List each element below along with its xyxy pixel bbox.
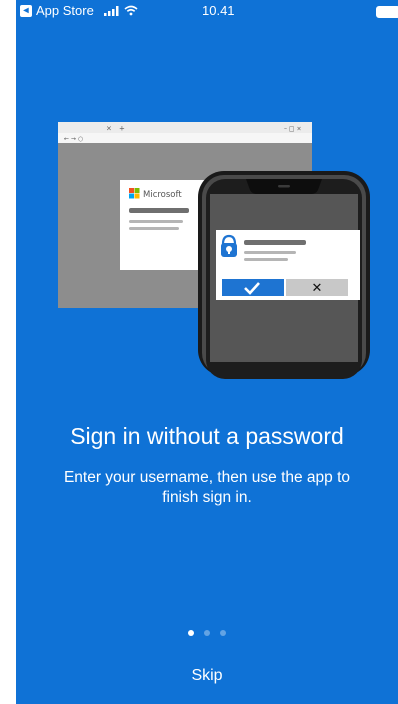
onboarding-title: Sign in without a password — [70, 423, 344, 449]
phone-illustration: ✕ — [198, 171, 370, 379]
browser-nav-glyphs: ← → ○ — [64, 136, 83, 143]
page-indicator[interactable] — [16, 630, 398, 636]
skip-button[interactable]: Skip — [16, 667, 398, 685]
microsoft-brand-text: Microsoft — [143, 190, 182, 200]
onboarding-subtitle: Enter your username, then use the app to… — [63, 469, 351, 506]
reject-glyph: ✕ — [312, 281, 323, 296]
approve-button-illustration — [222, 279, 284, 296]
illustration: × + – □ × ← → ○ Microsoft ✕ — [58, 122, 370, 379]
browser-close-glyph: × — [106, 125, 112, 133]
browser-window-controls: – □ × — [284, 126, 302, 133]
page-dot-3[interactable] — [220, 630, 226, 636]
onboarding-screen: ◂ App Store 10.41 × + – □ × ← → ○ Micros… — [16, 0, 398, 704]
page-dot-1[interactable] — [188, 630, 194, 636]
browser-newtab-glyph: + — [119, 125, 125, 133]
approval-card-illustration: ✕ — [216, 230, 360, 300]
page-dot-2[interactable] — [204, 630, 210, 636]
